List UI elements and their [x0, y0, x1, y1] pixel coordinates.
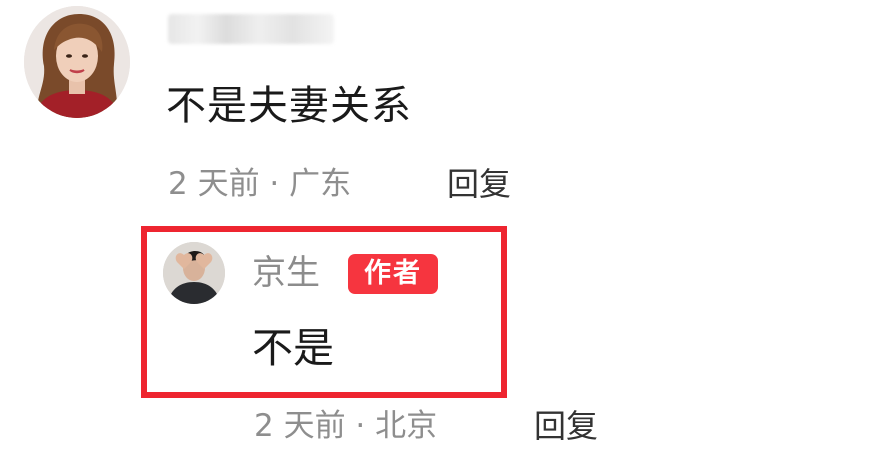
reply-to-reply-button[interactable]: 回复	[534, 404, 598, 448]
commenter-avatar[interactable]	[24, 6, 130, 118]
reply-text: 不是	[252, 324, 334, 372]
author-username[interactable]: 京生	[252, 250, 320, 296]
reply-meta: 2 天前 · 北京	[254, 408, 438, 444]
comment-meta: 2 天前 · 广东	[168, 166, 352, 202]
comment-text: 不是夫妻关系	[166, 83, 412, 129]
blurred-username	[168, 14, 334, 44]
author-avatar[interactable]	[163, 242, 225, 304]
reply-button[interactable]: 回复	[447, 162, 511, 206]
user-avatar-man-icon	[163, 242, 225, 304]
author-badge: 作者	[348, 254, 438, 294]
comment-thread: 不是夫妻关系 2 天前 · 广东 回复 京生 作者 不是 2 天前 · 北京 回…	[0, 0, 870, 472]
user-avatar-woman-icon	[24, 6, 130, 118]
